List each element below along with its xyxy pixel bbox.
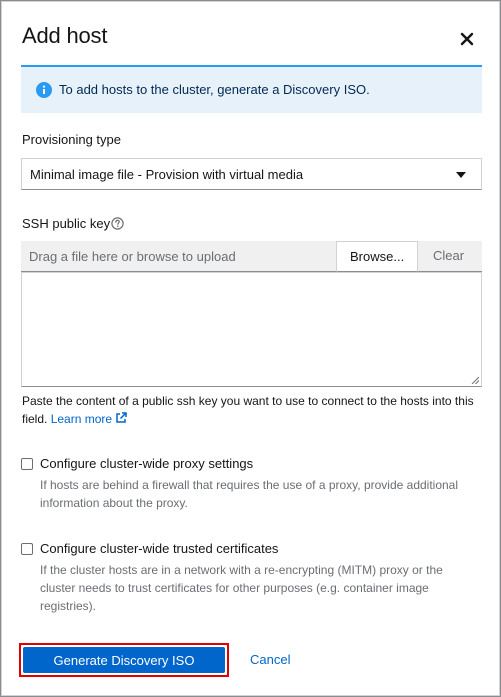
- generate-discovery-iso-button[interactable]: Generate Discovery ISO: [23, 647, 225, 673]
- trusted-certificates-checkbox[interactable]: [21, 543, 33, 555]
- browse-button[interactable]: Browse...: [336, 241, 418, 272]
- info-circle-icon: [36, 82, 52, 98]
- generate-discovery-iso-label: Generate Discovery ISO: [53, 653, 195, 668]
- ssh-key-textarea[interactable]: [21, 272, 482, 387]
- proxy-settings-option: Configure cluster-wide proxy settings If…: [21, 456, 482, 516]
- provisioning-type-label: Provisioning type: [22, 132, 121, 147]
- caret-down-icon: [456, 172, 466, 178]
- trusted-certificates-description: If the cluster hosts are in a network wi…: [40, 563, 443, 613]
- ssh-public-key-label: SSH public key: [22, 216, 111, 231]
- resize-handle-icon[interactable]: [471, 376, 479, 384]
- proxy-settings-label[interactable]: Configure cluster-wide proxy settings: [40, 456, 253, 471]
- help-circle-icon[interactable]: [111, 217, 124, 230]
- trusted-certificates-label[interactable]: Configure cluster-wide trusted certifica…: [40, 541, 278, 556]
- alert-text: To add hosts to the cluster, generate a …: [59, 82, 370, 97]
- proxy-settings-checkbox[interactable]: [21, 458, 33, 470]
- cancel-button[interactable]: Cancel: [250, 652, 290, 667]
- primary-button-highlight: Generate Discovery ISO: [19, 643, 229, 677]
- close-icon[interactable]: [457, 29, 477, 49]
- provisioning-type-select[interactable]: Minimal image file - Provision with virt…: [21, 158, 482, 190]
- ssh-helper-text: Paste the content of a public ssh key yo…: [22, 392, 482, 428]
- clear-button[interactable]: Clear: [418, 241, 482, 272]
- ssh-file-upload: Drag a file here or browse to upload Bro…: [21, 241, 482, 272]
- trusted-certificates-option: Configure cluster-wide trusted certifica…: [21, 541, 482, 621]
- provisioning-type-value: Minimal image file - Provision with virt…: [30, 167, 304, 182]
- modal-title: Add host: [22, 23, 108, 48]
- learn-more-link[interactable]: Learn more: [51, 412, 127, 426]
- ssh-file-drop-field[interactable]: Drag a file here or browse to upload: [21, 241, 336, 272]
- learn-more-label: Learn more: [50, 412, 113, 426]
- clear-button-label: Clear: [433, 248, 465, 263]
- external-link-icon: [116, 412, 127, 423]
- proxy-settings-description: If hosts are behind a firewall that requ…: [40, 478, 459, 510]
- browse-button-label: Browse...: [350, 249, 405, 264]
- ssh-file-placeholder: Drag a file here or browse to upload: [29, 249, 236, 264]
- add-host-modal: Add host To add hosts to the cluster, ge…: [0, 0, 501, 697]
- info-alert: To add hosts to the cluster, generate a …: [21, 65, 482, 113]
